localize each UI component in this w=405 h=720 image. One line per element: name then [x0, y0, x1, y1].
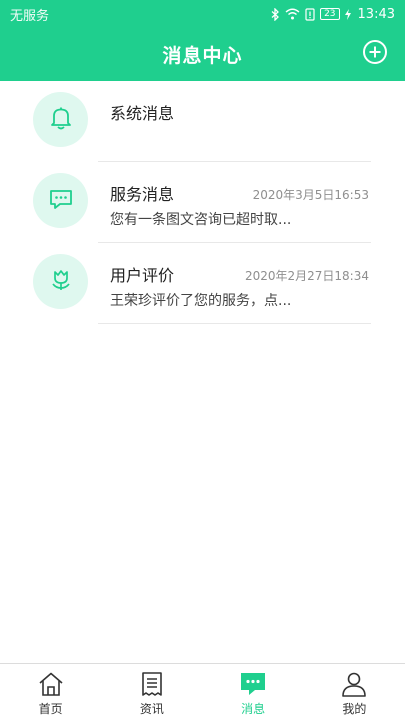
- top-band: 无服务 23 13:43 消息中心: [0, 0, 405, 81]
- plus-circle-icon: [362, 39, 388, 69]
- message-list: 系统消息 服务消息 2020年3月5日16:53 您有一条图文咨询已超时取...: [0, 81, 405, 324]
- charging-icon: [344, 8, 351, 20]
- avatar: [33, 92, 88, 147]
- bell-icon: [47, 104, 75, 136]
- item-body: 用户评价 2020年2月27日18:34 王荣珍评价了您的服务，点...: [98, 243, 371, 324]
- item-body: 服务消息 2020年3月5日16:53 您有一条图文咨询已超时取...: [98, 162, 371, 243]
- chat-bubble-icon: [47, 185, 75, 217]
- tab-label: 消息: [241, 702, 266, 716]
- tab-label: 首页: [38, 702, 63, 716]
- avatar: [33, 173, 88, 228]
- sim-alert-icon: [305, 7, 315, 21]
- bluetooth-icon: [271, 7, 280, 21]
- message-item-system[interactable]: 系统消息: [0, 81, 405, 162]
- page-title: 消息中心: [162, 45, 243, 67]
- tab-news[interactable]: 资讯: [101, 664, 202, 720]
- status-time: 13:43: [357, 6, 395, 22]
- item-body: 系统消息: [98, 81, 371, 162]
- tab-home[interactable]: 首页: [0, 664, 101, 720]
- screen: 无服务 23 13:43 消息中心 系统消息 服务消息 2020年3月5日16:…: [0, 0, 405, 720]
- avatar: [33, 254, 88, 309]
- item-time: 2020年3月5日16:53: [252, 188, 369, 202]
- item-preview: 王荣珍评价了您的服务，点...: [110, 293, 292, 309]
- message-icon: [239, 670, 267, 698]
- item-title: 用户评价: [110, 266, 175, 285]
- wifi-icon: [285, 8, 300, 20]
- tab-messages[interactable]: 消息: [203, 664, 304, 720]
- bottom-tab-bar: 首页 资讯 消息 我的: [0, 663, 405, 720]
- message-item-review[interactable]: 用户评价 2020年2月27日18:34 王荣珍评价了您的服务，点...: [0, 243, 405, 324]
- status-bar: 无服务 23 13:43: [0, 0, 405, 28]
- status-icons: 23 13:43: [271, 7, 395, 22]
- item-title: 服务消息: [110, 185, 175, 204]
- document-icon: [138, 670, 166, 698]
- message-item-service[interactable]: 服务消息 2020年3月5日16:53 您有一条图文咨询已超时取...: [0, 162, 405, 243]
- battery-icon: 23: [320, 8, 340, 20]
- tab-label: 我的: [342, 702, 367, 716]
- tab-label: 资讯: [139, 702, 164, 716]
- user-icon: [340, 670, 368, 698]
- header: 消息中心: [0, 28, 405, 81]
- tulip-icon: [47, 266, 75, 298]
- item-time: 2020年2月27日18:34: [244, 269, 369, 283]
- home-icon: [37, 670, 65, 698]
- tab-profile[interactable]: 我的: [304, 664, 405, 720]
- carrier-text: 无服务: [10, 8, 50, 24]
- item-title: 系统消息: [110, 104, 175, 123]
- add-button[interactable]: [362, 39, 388, 69]
- item-preview: 您有一条图文咨询已超时取...: [110, 212, 292, 228]
